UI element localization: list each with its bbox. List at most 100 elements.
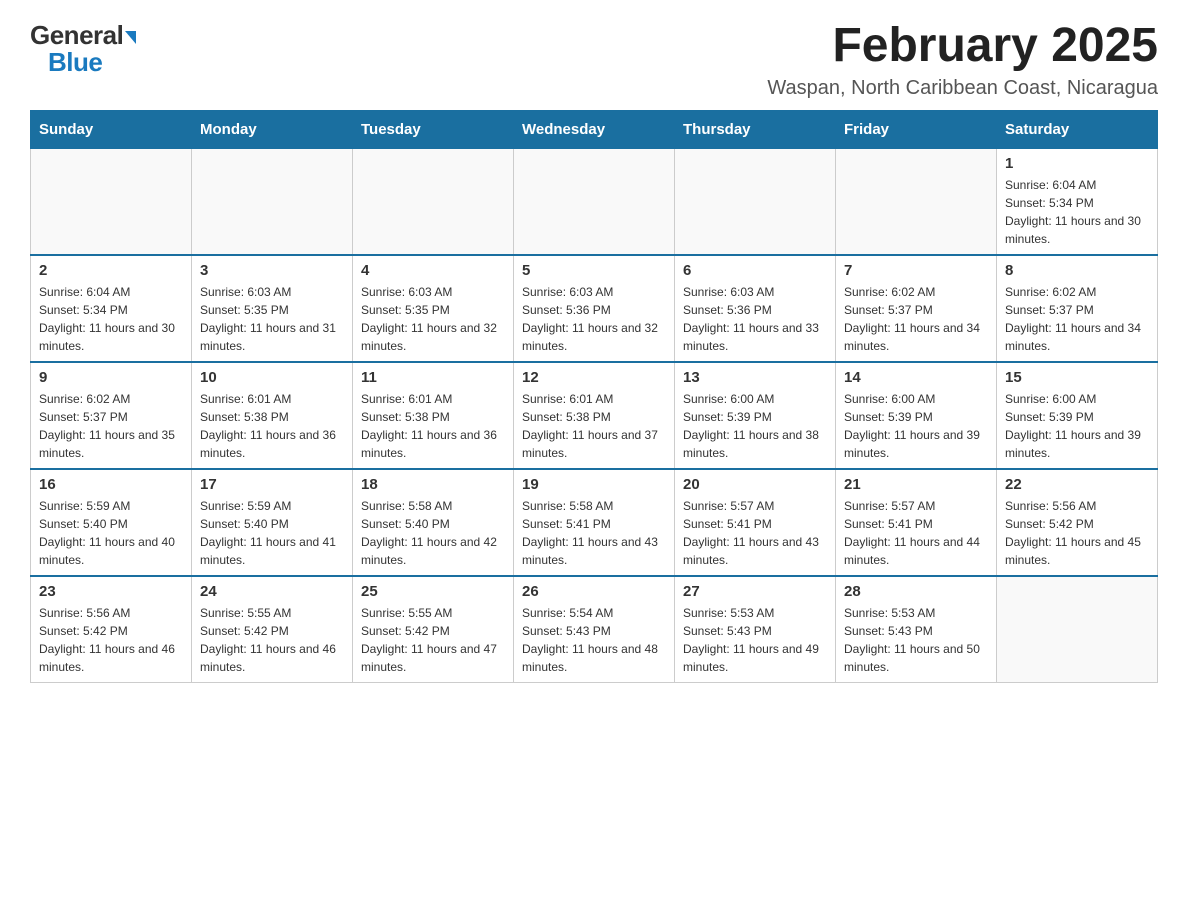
- day-number: 3: [200, 262, 344, 279]
- calendar-day-cell: 13 Sunrise: 6:00 AMSunset: 5:39 PMDayligh…: [675, 362, 836, 469]
- calendar-day-cell: [997, 576, 1158, 683]
- calendar-day-cell: 6 Sunrise: 6:03 AMSunset: 5:36 PMDaylight…: [675, 255, 836, 362]
- calendar-day-cell: 24 Sunrise: 5:55 AMSunset: 5:42 PMDayligh…: [192, 576, 353, 683]
- calendar-day-cell: 7 Sunrise: 6:02 AMSunset: 5:37 PMDaylight…: [836, 255, 997, 362]
- day-info: Sunrise: 6:03 AMSunset: 5:36 PMDaylight:…: [683, 283, 827, 355]
- day-number: 4: [361, 262, 505, 279]
- calendar-day-cell: [514, 148, 675, 255]
- calendar-day-cell: 19 Sunrise: 5:58 AMSunset: 5:41 PMDayligh…: [514, 469, 675, 576]
- day-info: Sunrise: 6:03 AMSunset: 5:35 PMDaylight:…: [361, 283, 505, 355]
- day-info: Sunrise: 5:57 AMSunset: 5:41 PMDaylight:…: [683, 497, 827, 569]
- calendar-week-row: 23Sunrise: 5:56 AMSunset: 5:42 PMDayligh…: [31, 576, 1158, 683]
- day-info: Sunrise: 5:58 AMSunset: 5:41 PMDaylight:…: [522, 497, 666, 569]
- calendar-day-header: Friday: [836, 110, 997, 148]
- calendar-day-cell: 11 Sunrise: 6:01 AMSunset: 5:38 PMDayligh…: [353, 362, 514, 469]
- calendar-day-cell: [192, 148, 353, 255]
- calendar-day-cell: 8 Sunrise: 6:02 AMSunset: 5:37 PMDaylight…: [997, 255, 1158, 362]
- calendar-day-cell: [353, 148, 514, 255]
- day-info: Sunrise: 6:02 AMSunset: 5:37 PMDaylight:…: [1005, 283, 1149, 355]
- logo-blue-text: Blue: [48, 47, 102, 78]
- day-number: 25: [361, 583, 505, 600]
- day-number: 18: [361, 476, 505, 493]
- calendar-day-cell: 3 Sunrise: 6:03 AMSunset: 5:35 PMDaylight…: [192, 255, 353, 362]
- day-number: 7: [844, 262, 988, 279]
- calendar-day-header: Saturday: [997, 110, 1158, 148]
- calendar-day-cell: 10 Sunrise: 6:01 AMSunset: 5:38 PMDayligh…: [192, 362, 353, 469]
- calendar-week-row: 9Sunrise: 6:02 AMSunset: 5:37 PMDaylight…: [31, 362, 1158, 469]
- day-info: Sunrise: 6:04 AMSunset: 5:34 PMDaylight:…: [1005, 176, 1149, 248]
- calendar-day-cell: 26 Sunrise: 5:54 AMSunset: 5:43 PMDayligh…: [514, 576, 675, 683]
- calendar-day-cell: [31, 148, 192, 255]
- calendar-day-cell: 20 Sunrise: 5:57 AMSunset: 5:41 PMDayligh…: [675, 469, 836, 576]
- location-subtitle: Waspan, North Caribbean Coast, Nicaragua: [767, 77, 1158, 100]
- day-number: 24: [200, 583, 344, 600]
- calendar-day-cell: 21 Sunrise: 5:57 AMSunset: 5:41 PMDayligh…: [836, 469, 997, 576]
- logo-arrow-icon: [125, 31, 136, 44]
- day-number: 10: [200, 369, 344, 386]
- day-info: Sunrise: 6:03 AMSunset: 5:35 PMDaylight:…: [200, 283, 344, 355]
- calendar-day-header: Sunday: [31, 110, 192, 148]
- day-info: Sunrise: 5:57 AMSunset: 5:41 PMDaylight:…: [844, 497, 988, 569]
- page-header: General Blue February 2025 Waspan, North…: [30, 20, 1158, 100]
- day-info: Sunrise: 5:54 AMSunset: 5:43 PMDaylight:…: [522, 604, 666, 676]
- day-number: 15: [1005, 369, 1149, 386]
- day-number: 19: [522, 476, 666, 493]
- day-number: 26: [522, 583, 666, 600]
- calendar-day-cell: 4 Sunrise: 6:03 AMSunset: 5:35 PMDaylight…: [353, 255, 514, 362]
- calendar-day-cell: [675, 148, 836, 255]
- calendar-day-cell: 9Sunrise: 6:02 AMSunset: 5:37 PMDaylight…: [31, 362, 192, 469]
- calendar-day-cell: 16 Sunrise: 5:59 AMSunset: 5:40 PMDayligh…: [31, 469, 192, 576]
- day-number: 17: [200, 476, 344, 493]
- day-info: Sunrise: 5:59 AMSunset: 5:40 PMDaylight:…: [200, 497, 344, 569]
- day-info: Sunrise: 5:59 AMSunset: 5:40 PMDaylight:…: [39, 497, 183, 569]
- day-number: 27: [683, 583, 827, 600]
- day-info: Sunrise: 6:00 AMSunset: 5:39 PMDaylight:…: [1005, 390, 1149, 462]
- day-info: Sunrise: 6:04 AMSunset: 5:34 PMDaylight:…: [39, 283, 183, 355]
- calendar-day-cell: [836, 148, 997, 255]
- month-year-title: February 2025: [767, 20, 1158, 73]
- calendar-week-row: 16 Sunrise: 5:59 AMSunset: 5:40 PMDayligh…: [31, 469, 1158, 576]
- day-number: 6: [683, 262, 827, 279]
- calendar-day-cell: 14Sunrise: 6:00 AMSunset: 5:39 PMDayligh…: [836, 362, 997, 469]
- day-number: 20: [683, 476, 827, 493]
- day-number: 8: [1005, 262, 1149, 279]
- day-info: Sunrise: 5:55 AMSunset: 5:42 PMDaylight:…: [361, 604, 505, 676]
- day-info: Sunrise: 6:03 AMSunset: 5:36 PMDaylight:…: [522, 283, 666, 355]
- day-info: Sunrise: 6:00 AMSunset: 5:39 PMDaylight:…: [844, 390, 988, 462]
- calendar-day-header: Wednesday: [514, 110, 675, 148]
- day-info: Sunrise: 6:01 AMSunset: 5:38 PMDaylight:…: [361, 390, 505, 462]
- calendar-week-row: 2 Sunrise: 6:04 AMSunset: 5:34 PMDaylight…: [31, 255, 1158, 362]
- day-number: 16: [39, 476, 183, 493]
- calendar-day-header: Thursday: [675, 110, 836, 148]
- day-number: 2: [39, 262, 183, 279]
- day-info: Sunrise: 6:00 AMSunset: 5:39 PMDaylight:…: [683, 390, 827, 462]
- day-number: 11: [361, 369, 505, 386]
- day-number: 12: [522, 369, 666, 386]
- day-number: 22: [1005, 476, 1149, 493]
- day-info: Sunrise: 5:56 AMSunset: 5:42 PMDaylight:…: [1005, 497, 1149, 569]
- calendar-week-row: 1 Sunrise: 6:04 AMSunset: 5:34 PMDaylight…: [31, 148, 1158, 255]
- day-info: Sunrise: 6:01 AMSunset: 5:38 PMDaylight:…: [200, 390, 344, 462]
- day-info: Sunrise: 5:53 AMSunset: 5:43 PMDaylight:…: [844, 604, 988, 676]
- title-area: February 2025 Waspan, North Caribbean Co…: [767, 20, 1158, 100]
- calendar-day-cell: 23Sunrise: 5:56 AMSunset: 5:42 PMDayligh…: [31, 576, 192, 683]
- day-number: 13: [683, 369, 827, 386]
- calendar-header-row: SundayMondayTuesdayWednesdayThursdayFrid…: [31, 110, 1158, 148]
- calendar-day-cell: 18Sunrise: 5:58 AMSunset: 5:40 PMDayligh…: [353, 469, 514, 576]
- calendar-day-cell: 5 Sunrise: 6:03 AMSunset: 5:36 PMDaylight…: [514, 255, 675, 362]
- day-number: 5: [522, 262, 666, 279]
- calendar-day-cell: 1 Sunrise: 6:04 AMSunset: 5:34 PMDaylight…: [997, 148, 1158, 255]
- day-number: 21: [844, 476, 988, 493]
- day-info: Sunrise: 5:55 AMSunset: 5:42 PMDaylight:…: [200, 604, 344, 676]
- day-number: 1: [1005, 155, 1149, 172]
- calendar-day-cell: 15 Sunrise: 6:00 AMSunset: 5:39 PMDayligh…: [997, 362, 1158, 469]
- calendar-day-cell: 25 Sunrise: 5:55 AMSunset: 5:42 PMDayligh…: [353, 576, 514, 683]
- calendar-day-cell: 22 Sunrise: 5:56 AMSunset: 5:42 PMDayligh…: [997, 469, 1158, 576]
- day-info: Sunrise: 6:02 AMSunset: 5:37 PMDaylight:…: [844, 283, 988, 355]
- calendar-day-cell: 2 Sunrise: 6:04 AMSunset: 5:34 PMDaylight…: [31, 255, 192, 362]
- day-info: Sunrise: 5:53 AMSunset: 5:43 PMDaylight:…: [683, 604, 827, 676]
- logo: General Blue: [30, 20, 136, 78]
- day-number: 28: [844, 583, 988, 600]
- day-info: Sunrise: 5:56 AMSunset: 5:42 PMDaylight:…: [39, 604, 183, 676]
- calendar-day-cell: 27 Sunrise: 5:53 AMSunset: 5:43 PMDayligh…: [675, 576, 836, 683]
